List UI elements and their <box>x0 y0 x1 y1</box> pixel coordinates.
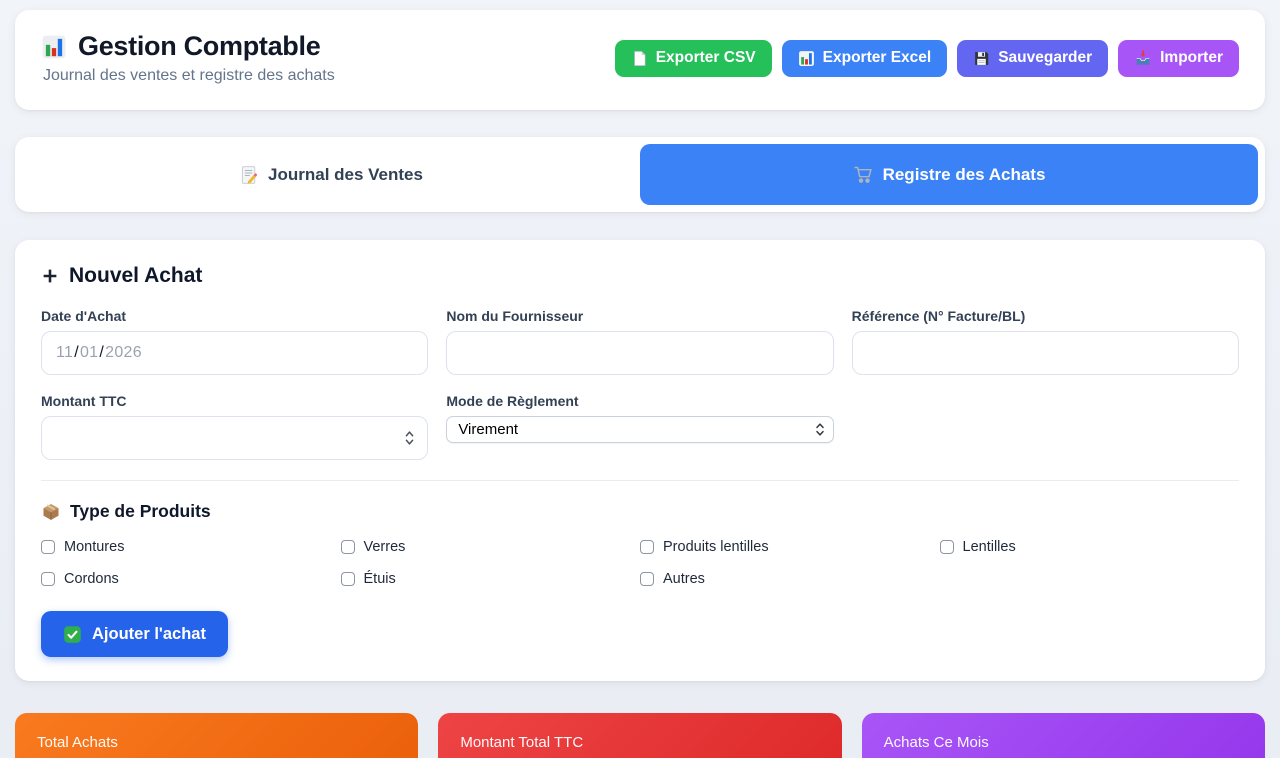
checkbox-etuis[interactable]: Étuis <box>341 571 641 587</box>
add-purchase-label: Ajouter l'achat <box>92 625 206 644</box>
product-checkbox-grid: Montures Verres Produits lentilles Lenti… <box>41 539 1239 587</box>
save-label: Sauvegarder <box>998 49 1092 67</box>
save-button[interactable]: Sauvegarder <box>957 40 1108 77</box>
export-excel-button[interactable]: Exporter Excel <box>782 40 948 77</box>
amount-label: Montant TTC <box>41 393 428 409</box>
checkbox-cordons[interactable]: Cordons <box>41 571 341 587</box>
checkbox-label: Lentilles <box>963 539 1016 555</box>
stat-label: Total Achats <box>37 734 396 751</box>
bar-chart-icon <box>41 34 67 60</box>
empty-cell <box>852 393 1239 460</box>
date-field-group: Date d'Achat 11/01/2026 <box>41 308 428 375</box>
document-icon <box>631 50 648 67</box>
payment-select-value: Virement <box>458 421 518 438</box>
stat-label: Achats Ce Mois <box>884 734 1243 751</box>
export-excel-label: Exporter Excel <box>823 49 932 67</box>
new-purchase-form: Nouvel Achat Date d'Achat 11/01/2026 Nom… <box>15 240 1265 681</box>
tab-journal-ventes-label: Journal des Ventes <box>268 165 423 185</box>
payment-field-group: Mode de Règlement Virement <box>446 393 833 460</box>
checkbox-box[interactable] <box>341 572 355 586</box>
product-types-title: Type de Produits <box>70 501 211 522</box>
checkbox-label: Étuis <box>364 571 396 587</box>
export-csv-label: Exporter CSV <box>656 49 756 67</box>
bar-chart-icon <box>798 50 815 67</box>
checkbox-verres[interactable]: Verres <box>341 539 641 555</box>
checkbox-box[interactable] <box>41 572 55 586</box>
checkbox-montures[interactable]: Montures <box>41 539 341 555</box>
checkbox-box[interactable] <box>41 540 55 554</box>
checkbox-box[interactable] <box>640 540 654 554</box>
checkbox-label: Montures <box>64 539 124 555</box>
payment-label: Mode de Règlement <box>446 393 833 409</box>
checkbox-box[interactable] <box>940 540 954 554</box>
header: Gestion Comptable Journal des ventes et … <box>15 10 1265 110</box>
add-purchase-button[interactable]: Ajouter l'achat <box>41 611 228 657</box>
select-stepper-icon <box>815 422 825 437</box>
tab-registre-achats[interactable]: Registre des Achats <box>640 144 1258 205</box>
reference-label: Référence (N° Facture/BL) <box>852 308 1239 324</box>
checkbox-label: Autres <box>663 571 705 587</box>
payment-select[interactable]: Virement <box>446 416 833 443</box>
supplier-label: Nom du Fournisseur <box>446 308 833 324</box>
checkbox-box[interactable] <box>640 572 654 586</box>
checkbox-label: Cordons <box>64 571 119 587</box>
amount-input[interactable] <box>41 416 428 460</box>
date-label: Date d'Achat <box>41 308 428 324</box>
inbox-icon <box>1134 49 1152 67</box>
page-subtitle: Journal des ventes et registre des achat… <box>43 67 335 85</box>
stat-card-achats-ce-mois: Achats Ce Mois <box>862 713 1265 758</box>
form-title: Nouvel Achat <box>69 264 202 288</box>
stat-card-total-achats: Total Achats <box>15 713 418 758</box>
tab-bar: Journal des Ventes Registre des Achats <box>15 137 1265 212</box>
checkbox-box[interactable] <box>341 540 355 554</box>
tab-registre-achats-label: Registre des Achats <box>883 165 1046 185</box>
header-actions: Exporter CSV Exporter Excel <box>615 40 1239 77</box>
checkbox-lentilles[interactable]: Lentilles <box>940 539 1240 555</box>
checkbox-produits-lentilles[interactable]: Produits lentilles <box>640 539 940 555</box>
package-icon <box>41 502 61 522</box>
page-title: Gestion Comptable <box>78 31 320 62</box>
plus-icon <box>41 267 59 285</box>
check-icon <box>63 625 82 644</box>
cart-icon <box>853 164 874 185</box>
date-value: 11/01/2026 <box>56 344 142 362</box>
supplier-field-group: Nom du Fournisseur <box>446 308 833 375</box>
reference-field-group: Référence (N° Facture/BL) <box>852 308 1239 375</box>
page: Gestion Comptable Journal des ventes et … <box>0 0 1280 758</box>
checkbox-label: Produits lentilles <box>663 539 769 555</box>
number-stepper-icon[interactable] <box>404 430 415 447</box>
header-titles: Gestion Comptable Journal des ventes et … <box>41 31 335 85</box>
import-button[interactable]: Importer <box>1118 40 1239 77</box>
supplier-input[interactable] <box>446 331 833 375</box>
stat-label: Montant Total TTC <box>460 734 819 751</box>
checkbox-autres[interactable]: Autres <box>640 571 940 587</box>
checkbox-label: Verres <box>364 539 406 555</box>
import-label: Importer <box>1160 49 1223 67</box>
reference-input[interactable] <box>852 331 1239 375</box>
export-csv-button[interactable]: Exporter CSV <box>615 40 772 77</box>
memo-icon <box>239 165 259 185</box>
tab-journal-ventes[interactable]: Journal des Ventes <box>22 144 640 205</box>
amount-field-group: Montant TTC <box>41 393 428 460</box>
product-types-section: Type de Produits Montures Verres Produit… <box>41 480 1239 587</box>
stat-card-montant-total-ttc: Montant Total TTC <box>438 713 841 758</box>
date-input[interactable]: 11/01/2026 <box>41 331 428 375</box>
stats-row: Total Achats Montant Total TTC Achats Ce… <box>15 713 1265 758</box>
floppy-icon <box>973 50 990 67</box>
